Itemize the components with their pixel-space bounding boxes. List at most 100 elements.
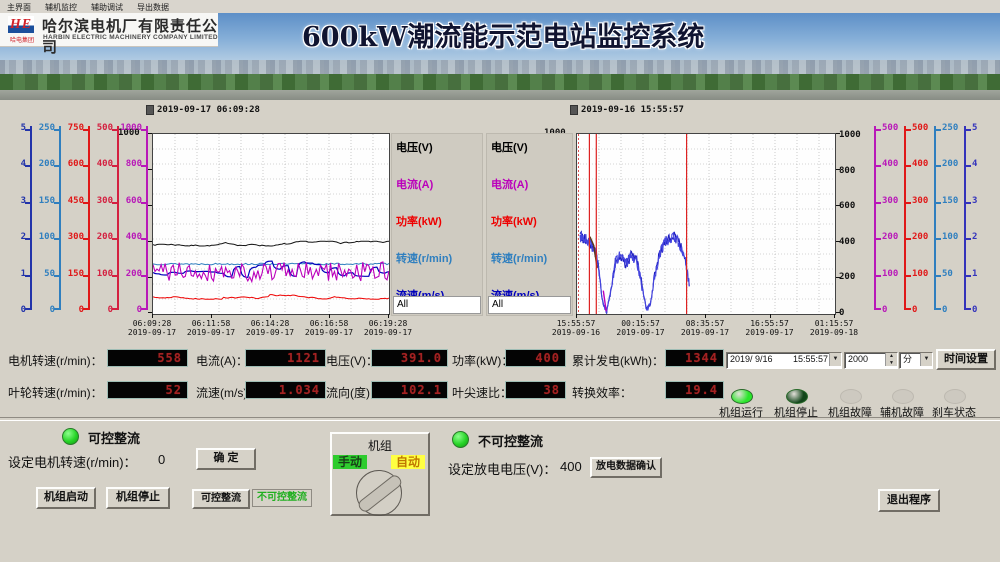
y-axis-label: 200 [85, 232, 113, 242]
y-axis-tick [876, 308, 881, 310]
y-axis-label: 4 [972, 159, 1000, 169]
x-axis-label: 06:16:582019-09-17 [297, 319, 361, 337]
menu-item-export[interactable]: 导出数据 [130, 0, 176, 13]
readout-led-display: 391.0 [372, 350, 447, 366]
x-axis-label: 08:35:572019-09-17 [673, 319, 737, 337]
y-axis-tick [966, 129, 971, 131]
readout-label: 叶轮转速(r/min)： [8, 384, 103, 401]
set-motor-speed-value[interactable]: 0 [158, 452, 165, 467]
legend-item[interactable]: 电压(V) [396, 139, 433, 155]
company-name-en: HARBIN ELECTRIC MACHINERY COMPANY LIMITE… [43, 34, 218, 41]
set-motor-speed-label: 设定电机转速(r/min)： [8, 452, 137, 471]
controllable-rectify-button[interactable]: 可控整流 [192, 489, 250, 509]
legend-item[interactable]: 转速(r/min) [396, 250, 452, 266]
y-axis-label: 0 [85, 305, 113, 315]
dropdown-arrow-icon[interactable]: ▼ [920, 353, 932, 366]
y-axis-label-black: 200 [839, 272, 865, 282]
controllable-rectify-led [62, 428, 79, 445]
plot-frame-tick [148, 277, 152, 278]
y-axis-label: 2 [0, 232, 26, 242]
x-axis-label: 06:09:282019-09-17 [120, 319, 184, 337]
y-axis-tick [936, 129, 941, 131]
status-led [944, 389, 966, 404]
y-axis-line [146, 126, 148, 310]
legend-item[interactable]: 电流(A) [396, 176, 433, 192]
unit-start-button[interactable]: 机组启动 [36, 487, 96, 509]
y-axis-tick [876, 238, 881, 240]
readout-led-display: 400 [506, 350, 565, 366]
y-axis-label: 100 [85, 269, 113, 279]
y-axis-label: 200 [114, 269, 142, 279]
discharge-confirm-button[interactable]: 放电数据确认 [590, 457, 662, 478]
datetime-picker[interactable]: 2019/ 9/16▼15:55:57 [726, 352, 842, 369]
mode-knob-handle[interactable] [356, 473, 403, 514]
y-axis-tick [966, 275, 971, 277]
uncontrollable-rectify-button[interactable]: 不可控整流 [252, 489, 312, 507]
plot-grip-right[interactable] [570, 105, 578, 115]
scada-window: 主界面辅机监控辅助调试导出数据 HE 哈电集团 哈尔滨电机厂有限责任公司 HAR… [0, 0, 1000, 562]
y-axis-label: 50 [27, 269, 55, 279]
right-chart-legend: 电压(V)电流(A)功率(kW)转速(r/min)流速(m/s)All [486, 133, 573, 316]
unit-stop-button[interactable]: 机组停止 [106, 487, 170, 509]
plot-frame-tick [576, 314, 577, 318]
legend-item[interactable]: 功率(kW) [491, 213, 537, 229]
y-axis-tick [966, 202, 971, 204]
y-axis-tick [966, 165, 971, 167]
legend-item[interactable]: 电流(A) [491, 176, 528, 192]
y-axis-tick [876, 129, 881, 131]
plot-frame-tick [705, 314, 706, 318]
confirm-button[interactable]: 确 定 [196, 448, 256, 470]
legend-item[interactable]: 功率(kW) [396, 213, 442, 229]
y-axis-label: 750 [56, 123, 84, 133]
y-axis-label-black: 1000 [839, 130, 865, 140]
readout-led-display: 19.4 [666, 382, 723, 398]
time-set-button[interactable]: 时间设置 [936, 349, 996, 370]
set-discharge-voltage-value[interactable]: 400 [560, 459, 582, 474]
unit-switch-panel: 机组 手动 自动 [330, 432, 430, 516]
plot-frame-tick [770, 314, 771, 318]
legend-item[interactable]: 电压(V) [491, 139, 528, 155]
right-chart-timestamp: 2019-09-16 15:55:57 [581, 105, 684, 115]
company-header: HE 哈电集团 哈尔滨电机厂有限责任公司 HARBIN ELECTRIC MAC… [0, 13, 218, 47]
y-axis-tick [876, 165, 881, 167]
menu-item-main[interactable]: 主界面 [0, 0, 38, 13]
legend-all-dropdown[interactable]: All [393, 296, 481, 314]
interval-input[interactable]: 2000▲▼ [844, 352, 898, 369]
mode-knob[interactable] [356, 470, 402, 516]
y-axis-label-black: 600 [839, 201, 865, 211]
legend-all-dropdown[interactable]: All [488, 296, 571, 314]
readout-led-display: 1121 [246, 350, 325, 366]
plot-frame-tick [329, 314, 330, 318]
time-value: 15:55:57 [793, 353, 829, 366]
plot-grip-left[interactable] [146, 105, 154, 115]
y-axis-label-black: 800 [839, 166, 865, 176]
readout-led-display: 1344 [666, 350, 723, 366]
unit-dropdown[interactable]: 分▼ [899, 352, 933, 369]
menu-item-aux-monitor[interactable]: 辅机监控 [38, 0, 84, 13]
x-axis-label: 06:19:282019-09-17 [356, 319, 420, 337]
plot-frame-tick [836, 312, 840, 313]
menu-item-aux-debug[interactable]: 辅助调试 [84, 0, 130, 13]
exit-program-button[interactable]: 退出程序 [878, 489, 940, 512]
panorama-photo: HE 哈电集团 哈尔滨电机厂有限责任公司 HARBIN ELECTRIC MAC… [0, 13, 1000, 100]
y-axis-label: 0 [0, 305, 26, 315]
readout-label: 电压(V)： [326, 352, 378, 369]
readout-label: 功率(kW)： [452, 352, 513, 369]
plot-frame-tick [836, 241, 840, 242]
manual-mode-option[interactable]: 手动 [333, 455, 367, 469]
spinner-arrows[interactable]: ▲▼ [885, 353, 897, 366]
x-axis-label: 00:15:572019-09-17 [609, 319, 673, 337]
legend-item[interactable]: 转速(r/min) [491, 250, 547, 266]
readout-label: 电流(A)： [196, 352, 248, 369]
set-discharge-voltage-label: 设定放电电压(V)： [448, 459, 556, 478]
photo-trees [0, 74, 1000, 91]
auto-mode-option[interactable]: 自动 [391, 455, 425, 469]
y-axis-tick [936, 202, 941, 204]
y-axis-tick [936, 165, 941, 167]
company-logo-icon: HE [8, 16, 34, 33]
y-axis-tick [906, 308, 911, 310]
dropdown-arrow-icon[interactable]: ▼ [829, 353, 841, 366]
plot-frame-tick [152, 314, 153, 318]
page-title: 600kW潮流能示范电站监控系统 [302, 15, 704, 54]
x-axis-label: 06:11:582019-09-17 [179, 319, 243, 337]
